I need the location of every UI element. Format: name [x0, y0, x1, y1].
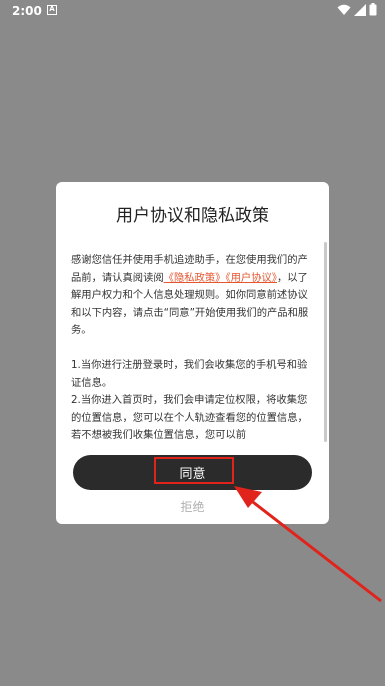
privacy-policy-link[interactable]: 《隐私政策》: [164, 272, 226, 284]
status-time: 2:00: [12, 4, 42, 18]
reject-button[interactable]: 拒绝: [56, 498, 329, 515]
status-bar: 2:00 A: [0, 0, 385, 22]
item-1: 1.当你进行注册登录时，我们会收集您的手机号和验证信息。: [71, 358, 308, 389]
scrollbar[interactable]: [324, 242, 327, 442]
battery-icon: [369, 3, 377, 16]
item-2: 2.当你进入首页时，我们会申请定位权限，将收集您的位置信息，您可以在个人轨迹查看…: [71, 394, 308, 442]
dialog-title: 用户协议和隐私政策: [116, 206, 269, 226]
user-agreement-link[interactable]: 《用户协议》: [225, 272, 276, 284]
wifi-icon: [337, 4, 351, 15]
dialog-content[interactable]: 感谢您信任并使用手机追迹助手，在您使用我们的产品前，请认真阅读阅《隐私政策》《用…: [71, 252, 317, 442]
status-icons: [337, 3, 377, 16]
intro-paragraph: 感谢您信任并使用手机追迹助手，在您使用我们的产品前，请认真阅读阅《隐私政策》《用…: [71, 252, 317, 340]
notification-icon: A: [47, 5, 57, 15]
annotation-highlight-box: [154, 457, 234, 484]
signal-icon: [354, 3, 366, 16]
